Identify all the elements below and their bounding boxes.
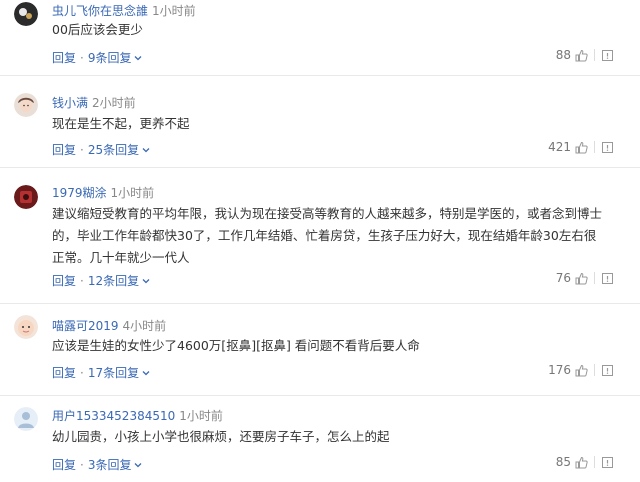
like-count: 88 — [555, 48, 571, 62]
comment-username[interactable]: 喵露可2019 — [52, 319, 119, 333]
avatar-dark-icon[interactable] — [14, 2, 38, 26]
comment-username[interactable]: 用户1533452384510 — [52, 409, 175, 423]
reply-button[interactable]: 回复 — [52, 272, 76, 289]
thumbs-up-icon[interactable] — [575, 49, 588, 62]
separator-dot: · — [80, 142, 84, 157]
comment-text: 应该是生娃的女性少了4600万[抠鼻][抠鼻] 看问题不看背后要人命 — [52, 338, 420, 353]
comment-item: 虫儿飞你在思念誰 1小时前 00后应该会更少 回复 · 9条回复 88 — [0, 0, 640, 76]
report-icon[interactable] — [601, 456, 614, 469]
comment-item: 喵露可2019 4小时前 应该是生娃的女性少了4600万[抠鼻][抠鼻] 看问题不… — [0, 304, 640, 396]
comment-username[interactable]: 虫儿飞你在思念誰 — [52, 4, 148, 18]
thumbs-up-icon[interactable] — [575, 364, 588, 377]
chevron-down-icon[interactable] — [141, 145, 151, 155]
separator-dot: · — [80, 273, 84, 288]
comment-username[interactable]: 1979糊涂 — [52, 186, 107, 200]
comment-time: 1小时前 — [152, 4, 196, 18]
chevron-down-icon[interactable] — [133, 460, 143, 470]
reply-button[interactable]: 回复 — [52, 141, 76, 158]
comment-time: 4小时前 — [122, 319, 167, 333]
comment-username[interactable]: 钱小满 — [52, 96, 88, 110]
like-count: 85 — [555, 455, 571, 469]
thumbs-up-icon[interactable] — [575, 272, 588, 285]
view-replies-button[interactable]: 9条回复 — [88, 49, 132, 66]
report-icon[interactable] — [601, 141, 614, 154]
thumbs-up-icon[interactable] — [575, 456, 588, 469]
reply-button[interactable]: 回复 — [52, 49, 76, 66]
action-divider — [594, 272, 595, 284]
view-replies-button[interactable]: 17条回复 — [88, 364, 139, 381]
like-count: 176 — [548, 363, 571, 377]
avatar-default-icon[interactable] — [14, 407, 38, 431]
comment-text: 00后应该会更少 — [52, 22, 143, 37]
comment-text: 现在是生不起，更养不起 — [52, 116, 190, 131]
comment-item: 1979糊涂 1小时前 建议缩短受教育的平均年限，我认为现在接受高等教育的人越来越… — [0, 168, 640, 304]
comment-time: 1小时前 — [110, 186, 155, 200]
avatar-girl-icon[interactable] — [14, 93, 38, 117]
like-count: 421 — [548, 140, 571, 154]
thumbs-up-icon[interactable] — [575, 141, 588, 154]
avatar-baby-icon[interactable] — [14, 315, 38, 339]
comment-text: 建议缩短受教育的平均年限，我认为现在接受高等教育的人越来越多，特别是学医的，或者… — [52, 206, 603, 265]
avatar-red-icon[interactable] — [14, 185, 38, 209]
view-replies-button[interactable]: 25条回复 — [88, 141, 139, 158]
reply-button[interactable]: 回复 — [52, 456, 76, 473]
reply-button[interactable]: 回复 — [52, 364, 76, 381]
report-icon[interactable] — [601, 49, 614, 62]
view-replies-button[interactable]: 3条回复 — [88, 456, 132, 473]
action-divider — [594, 49, 595, 61]
report-icon[interactable] — [601, 272, 614, 285]
chevron-down-icon[interactable] — [141, 276, 151, 286]
separator-dot: · — [80, 457, 84, 472]
separator-dot: · — [80, 50, 84, 65]
report-icon[interactable] — [601, 364, 614, 377]
comment-time: 2小时前 — [92, 96, 136, 110]
chevron-down-icon[interactable] — [133, 53, 143, 63]
separator-dot: · — [80, 365, 84, 380]
action-divider — [594, 364, 595, 376]
comment-item: 钱小满 2小时前 现在是生不起，更养不起 回复 · 25条回复 421 — [0, 76, 640, 168]
action-divider — [594, 456, 595, 468]
action-divider — [594, 141, 595, 153]
view-replies-button[interactable]: 12条回复 — [88, 272, 139, 289]
like-count: 76 — [555, 271, 571, 285]
comment-text: 幼儿园贵，小孩上小学也很麻烦，还要房子车子，怎么上的起 — [52, 429, 390, 444]
comment-time: 1小时前 — [179, 409, 223, 423]
comment-item: 用户1533452384510 1小时前 幼儿园贵，小孩上小学也很麻烦，还要房子车… — [0, 396, 640, 482]
chevron-down-icon[interactable] — [141, 368, 151, 378]
